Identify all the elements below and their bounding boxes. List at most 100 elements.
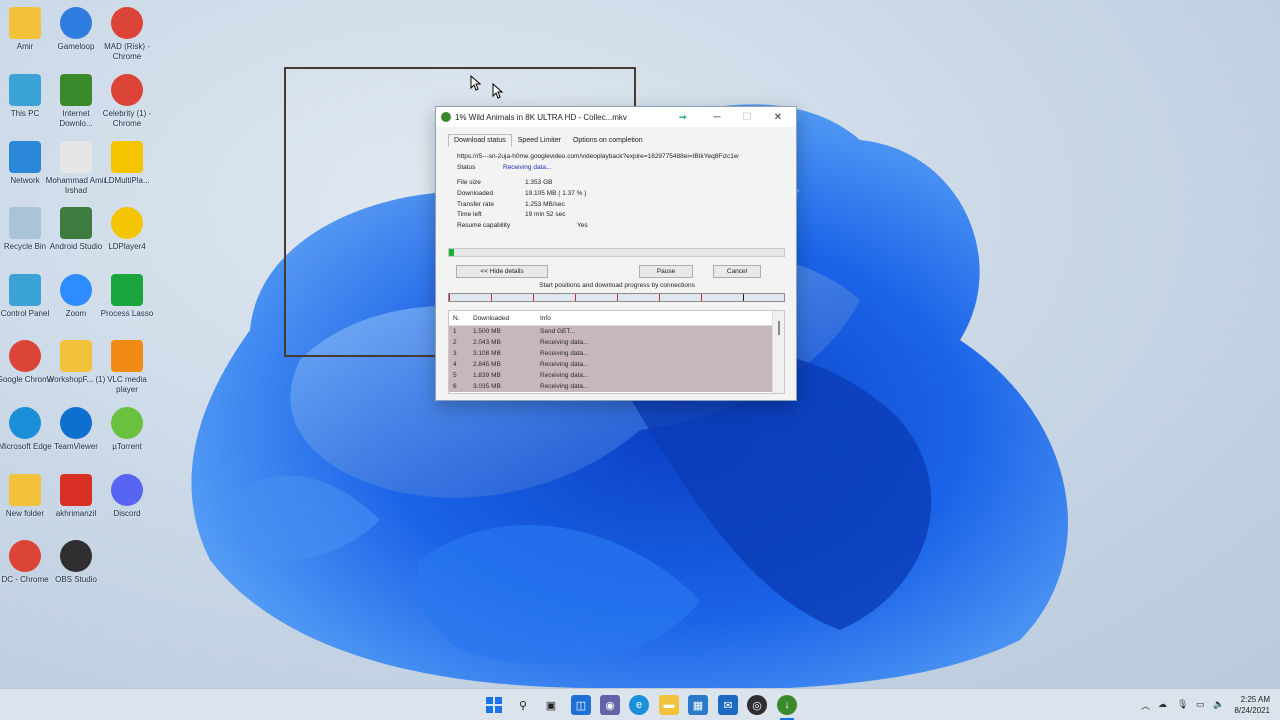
- downloaded-label: Downloaded: [457, 190, 494, 197]
- chrome-icon: [111, 7, 143, 39]
- chrome-icon: [9, 340, 41, 372]
- table-row[interactable]: 2 2.043 MB Receiving data...: [449, 337, 773, 348]
- table-header: N. Downloaded Info: [449, 311, 784, 326]
- ldplayer-icon: [111, 207, 143, 239]
- desktop-icon-label: LDPlayer4: [108, 242, 146, 251]
- close-button[interactable]: ✕: [763, 107, 793, 127]
- obs-icon[interactable]: ◎: [747, 695, 767, 715]
- tab-download-status[interactable]: Download status: [448, 134, 512, 147]
- arrow-icon: ➞: [679, 112, 687, 122]
- connection-marker: [659, 294, 660, 301]
- file-size-value: 1.353 GB: [525, 179, 553, 186]
- chrome-icon: [9, 540, 41, 572]
- downloaded-value: 19.105 MB ( 1.37 % ): [525, 190, 587, 197]
- table-row[interactable]: 6 3.035 MB Receiving data...: [449, 381, 773, 392]
- desktop-icon[interactable]: Celebrity (1) - Chrome: [96, 74, 158, 129]
- desktop-icon[interactable]: LDMultiPla...: [96, 141, 158, 186]
- edge-icon[interactable]: e: [629, 695, 649, 715]
- tab-strip: Download status Speed Limiter Options on…: [436, 127, 796, 147]
- row-downloaded: 2.845 MB: [473, 361, 501, 368]
- connection-marker: [491, 294, 492, 301]
- tab-options-on-completion[interactable]: Options on completion: [567, 134, 649, 147]
- widgets-icon[interactable]: ◫: [571, 695, 591, 715]
- connection-marker: [743, 294, 744, 301]
- task-view-icon[interactable]: ▣: [541, 695, 561, 715]
- desktop-icon-label: LDMultiPla...: [104, 176, 150, 185]
- android-studio-icon: [60, 207, 92, 239]
- microphone-icon[interactable]: 🎙: [1177, 699, 1188, 710]
- window-title: 1% Wild Animals in 8K ULTRA HD - Collec.…: [455, 112, 627, 122]
- transfer-rate-value: 1.253 MB/sec: [525, 201, 565, 208]
- time-left-label: Time left: [457, 211, 482, 218]
- table-scrollbar[interactable]: [772, 311, 784, 393]
- resume-value: Yes: [577, 222, 588, 229]
- desktop-icon[interactable]: VLC media player: [96, 340, 158, 395]
- tab-speed-limiter[interactable]: Speed Limiter: [512, 134, 567, 147]
- idm-download-window[interactable]: 1% Wild Animals in 8K ULTRA HD - Collec.…: [435, 106, 797, 401]
- desktop-icon[interactable]: µTorrent: [96, 407, 158, 452]
- document-icon: [60, 141, 92, 173]
- connections-table: N. Downloaded Info 1 1.500 MB Send GET... …: [448, 310, 785, 394]
- search-icon[interactable]: ⚲: [513, 695, 533, 715]
- folder-icon: [60, 340, 92, 372]
- file-explorer-icon[interactable]: ▬: [659, 695, 679, 715]
- chevron-up-icon[interactable]: ︿: [1141, 699, 1150, 712]
- desktop-icon[interactable]: MAD (Risk) - Chrome: [96, 7, 158, 62]
- speaker-icon[interactable]: 🔈: [1213, 699, 1224, 710]
- cloud-icon[interactable]: ☁: [1158, 699, 1167, 710]
- connection-marker: [533, 294, 534, 301]
- desktop-icon[interactable]: Discord: [96, 474, 158, 519]
- title-bar[interactable]: 1% Wild Animals in 8K ULTRA HD - Collec.…: [436, 107, 796, 127]
- table-row[interactable]: 4 2.845 MB Receiving data...: [449, 359, 773, 370]
- idm-icon: [60, 74, 92, 106]
- windows-start-icon[interactable]: [484, 695, 504, 715]
- store-icon[interactable]: ▦: [688, 695, 708, 715]
- connections-caption: Start positions and download progress by…: [539, 282, 695, 289]
- network-icon[interactable]: ▭: [1196, 699, 1205, 710]
- table-row[interactable]: 5 1.839 MB Receiving data...: [449, 370, 773, 381]
- clock-time: 2:25 AM: [1240, 695, 1270, 704]
- column-header-n[interactable]: N.: [449, 315, 473, 322]
- desktop-icon-label: Discord: [113, 509, 141, 518]
- table-row[interactable]: 1 1.500 MB Send GET...: [449, 326, 773, 337]
- transfer-rate-label: Transfer rate: [457, 201, 494, 208]
- desktop-icon[interactable]: OBS Studio: [45, 540, 107, 585]
- mail-icon[interactable]: ✉: [718, 695, 738, 715]
- vlc-icon: [111, 340, 143, 372]
- time-left-row: Time left 19 min 52 sec: [457, 211, 565, 218]
- clock-date: 8/24/2021: [1234, 706, 1270, 715]
- row-downloaded: 1.839 MB: [473, 372, 501, 379]
- minimize-button[interactable]: ─: [702, 107, 732, 127]
- cancel-button[interactable]: Cancel: [713, 265, 761, 278]
- desktop-icon[interactable]: Process Lasso: [96, 274, 158, 319]
- transfer-rate-row: Transfer rate 1.253 MB/sec: [457, 201, 565, 208]
- progress-fill: [449, 249, 454, 256]
- monitor-icon: [9, 74, 41, 106]
- taskbar: ⚲ ▣ ◫ ◉ e ▬ ▦ ✉ ◎ ↓ ︿ ☁ 🎙 ▭ 🔈 2:25 AM 8/…: [0, 688, 1280, 720]
- cursor-arrow-icon: [492, 83, 504, 99]
- discord-icon: [111, 474, 143, 506]
- row-number: 2: [453, 339, 457, 346]
- folder-icon: [9, 474, 41, 506]
- maximize-button[interactable]: ☐: [732, 107, 762, 127]
- row-info: Receiving data...: [540, 350, 589, 357]
- hide-details-button[interactable]: << Hide details: [456, 265, 548, 278]
- connection-marker: [575, 294, 576, 301]
- pause-button[interactable]: Pause: [639, 265, 693, 278]
- row-number: 6: [453, 383, 457, 390]
- column-header-downloaded[interactable]: Downloaded: [473, 315, 540, 322]
- row-info: Receiving data...: [540, 361, 589, 368]
- gameloop-icon: [60, 7, 92, 39]
- teams-chat-icon[interactable]: ◉: [600, 695, 620, 715]
- row-downloaded: 3.035 MB: [473, 383, 501, 390]
- table-row[interactable]: 3 3.108 MB Receiving data...: [449, 348, 773, 359]
- system-clock[interactable]: 2:25 AM 8/24/2021: [1234, 694, 1270, 716]
- desktop-icon-label: Process Lasso: [100, 309, 154, 318]
- desktop-icon-label: OBS Studio: [55, 575, 97, 584]
- desktop-icon[interactable]: LDPlayer4: [96, 207, 158, 252]
- column-header-info[interactable]: Info: [540, 315, 784, 322]
- idm-icon[interactable]: ↓: [777, 695, 797, 715]
- scrollbar-thumb[interactable]: [778, 321, 780, 335]
- utorrent-icon: [111, 407, 143, 439]
- time-left-value: 19 min 52 sec: [525, 211, 566, 218]
